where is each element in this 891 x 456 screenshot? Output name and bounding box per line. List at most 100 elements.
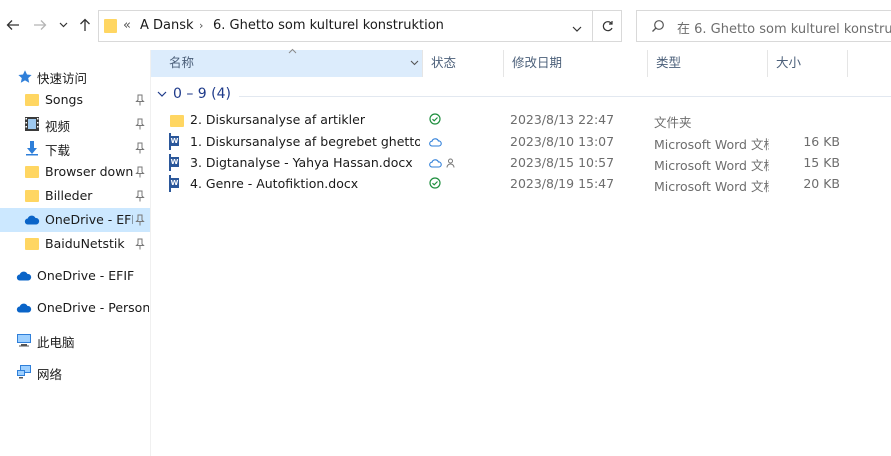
file-type: Microsoft Word 文档 xyxy=(654,137,769,152)
chevron-down-icon xyxy=(572,26,582,32)
sidebar-item-quick-access[interactable]: 快速访问 xyxy=(0,64,150,88)
arrow-right-icon xyxy=(34,20,47,30)
file-row[interactable]: W 3. Digtanalyse - Yahya Hassan.docx 202… xyxy=(151,152,891,173)
onedrive-icon xyxy=(16,303,32,313)
sidebar-item-downloads[interactable]: 下载 xyxy=(0,136,150,160)
sidebar-item-label: 此电脑 xyxy=(37,335,75,350)
file-size: 15 KB xyxy=(803,155,840,170)
recent-locations-button[interactable] xyxy=(56,14,70,36)
sidebar-item-label: 下载 xyxy=(45,143,71,158)
file-type: Microsoft Word 文档 xyxy=(654,158,769,173)
column-header-label: 名称 xyxy=(169,55,195,70)
word-document-icon: W xyxy=(169,133,185,150)
refresh-button[interactable] xyxy=(592,11,622,41)
pin-icon xyxy=(135,238,145,250)
file-row[interactable]: 2. Diskursanalyse af artikler 2023/8/13 … xyxy=(151,109,891,130)
column-header-label: 修改日期 xyxy=(512,55,563,70)
folder-icon xyxy=(104,19,117,33)
file-row[interactable]: W 1. Diskursanalyse af begrebet ghetto.d… xyxy=(151,131,891,152)
column-headers: 名称 状态 修改日期 类型 大小 xyxy=(151,48,891,77)
sidebar-item-label: 网络 xyxy=(37,367,63,382)
sidebar-item-label: OneDrive - EFIF xyxy=(45,212,133,227)
video-icon xyxy=(25,117,39,131)
cloud-icon xyxy=(429,159,442,168)
column-header-type[interactable]: 类型 xyxy=(648,50,768,77)
synced-check-icon xyxy=(429,113,441,125)
computer-icon xyxy=(17,334,31,347)
sidebar-item-onedrive-efif[interactable]: OneDrive - EFIF xyxy=(0,264,150,288)
file-name: 4. Genre - Autofiktion.docx xyxy=(190,176,359,191)
chevron-down-icon xyxy=(59,22,67,28)
up-button[interactable] xyxy=(76,14,94,36)
sort-ascending-icon xyxy=(288,48,297,54)
column-header-name[interactable]: 名称 xyxy=(151,48,423,77)
chevron-down-icon xyxy=(157,91,167,97)
column-header-date[interactable]: 修改日期 xyxy=(504,50,648,77)
breadcrumb-item[interactable]: A Dansk xyxy=(140,18,194,33)
breadcrumb-item[interactable]: 6. Ghetto som kulturel konstruktion xyxy=(213,18,444,33)
sidebar-item-videos[interactable]: 视频 xyxy=(0,112,150,136)
sidebar-item-baidunetstik[interactable]: BaiduNetstik xyxy=(0,232,150,256)
chevron-down-icon xyxy=(410,60,419,66)
address-dropdown-button[interactable] xyxy=(572,21,582,35)
sidebar-item-network[interactable]: 网络 xyxy=(0,360,150,384)
sidebar-item-browser-downloads[interactable]: Browser downl xyxy=(0,160,150,184)
file-type: 文件夹 xyxy=(654,115,692,130)
folder-icon xyxy=(169,112,185,128)
folder-icon xyxy=(24,92,40,108)
pin-icon xyxy=(135,94,145,106)
address-bar[interactable]: « A Dansk › 6. Ghetto som kulturel konst… xyxy=(98,10,622,42)
status-cell xyxy=(429,113,459,127)
sidebar-item-label: OneDrive - Personal xyxy=(37,300,149,315)
word-document-icon: W xyxy=(169,175,185,192)
folder-icon xyxy=(24,164,40,180)
pin-icon xyxy=(135,118,145,130)
sidebar-item-label: 快速访问 xyxy=(37,71,88,86)
download-icon xyxy=(26,141,38,156)
folder-icon xyxy=(24,236,40,252)
sidebar-item-onedrive-personal[interactable]: OneDrive - Personal xyxy=(0,296,150,320)
file-size: 20 KB xyxy=(803,176,840,191)
breadcrumb-separator[interactable]: › xyxy=(199,19,203,32)
sidebar-item-label: OneDrive - EFIF xyxy=(37,268,135,283)
sidebar-item-songs[interactable]: Songs xyxy=(0,88,150,112)
pin-icon xyxy=(135,214,145,226)
sidebar-item-label: Browser downl xyxy=(45,164,133,179)
forward-button[interactable] xyxy=(31,14,49,36)
sidebar-item-label: 视频 xyxy=(45,119,71,134)
refresh-icon xyxy=(602,20,613,31)
onedrive-icon xyxy=(24,215,40,225)
file-name: 2. Diskursanalyse af artikler xyxy=(190,112,365,127)
pin-icon xyxy=(135,190,145,202)
column-header-label: 类型 xyxy=(656,55,682,70)
word-document-icon: W xyxy=(169,154,185,171)
sidebar-item-label: BaiduNetstik xyxy=(45,236,125,251)
file-date: 2023/8/19 15:47 xyxy=(510,176,615,191)
sidebar-item-onedrive-efif-pinned[interactable]: OneDrive - EFIF xyxy=(0,208,150,232)
synced-check-icon xyxy=(429,177,441,189)
file-list: 名称 状态 修改日期 类型 大小 0 – 9 (4) 2. Diskursana… xyxy=(151,48,891,456)
search-icon xyxy=(652,20,664,32)
column-header-size[interactable]: 大小 xyxy=(768,50,848,77)
search-box[interactable]: 在 6. Ghetto som kulturel konstruktion 中搜… xyxy=(636,10,891,42)
onedrive-icon xyxy=(16,271,32,281)
group-label: 0 – 9 (4) xyxy=(173,86,231,102)
column-header-label: 大小 xyxy=(776,55,802,70)
file-size: 16 KB xyxy=(803,134,840,149)
back-button[interactable] xyxy=(4,14,22,36)
group-header[interactable]: 0 – 9 (4) xyxy=(157,86,231,102)
column-header-status[interactable]: 状态 xyxy=(423,50,504,77)
breadcrumb-overflow[interactable]: « xyxy=(123,18,131,33)
status-cell xyxy=(429,156,459,170)
file-name: 3. Digtanalyse - Yahya Hassan.docx xyxy=(190,155,413,170)
sidebar-item-this-pc[interactable]: 此电脑 xyxy=(0,328,150,352)
search-input[interactable]: 在 6. Ghetto som kulturel konstruktion 中搜… xyxy=(677,18,891,37)
file-name: 1. Diskursanalyse af begrebet ghetto.doc… xyxy=(190,134,420,149)
file-type: Microsoft Word 文档 xyxy=(654,179,769,194)
star-icon xyxy=(18,70,32,83)
file-row[interactable]: W 4. Genre - Autofiktion.docx 2023/8/19 … xyxy=(151,173,891,194)
sidebar-item-billeder[interactable]: Billeder xyxy=(0,184,150,208)
sidebar-item-label: Billeder xyxy=(45,188,93,203)
file-date: 2023/8/10 13:07 xyxy=(510,134,615,149)
status-cell xyxy=(429,177,459,191)
